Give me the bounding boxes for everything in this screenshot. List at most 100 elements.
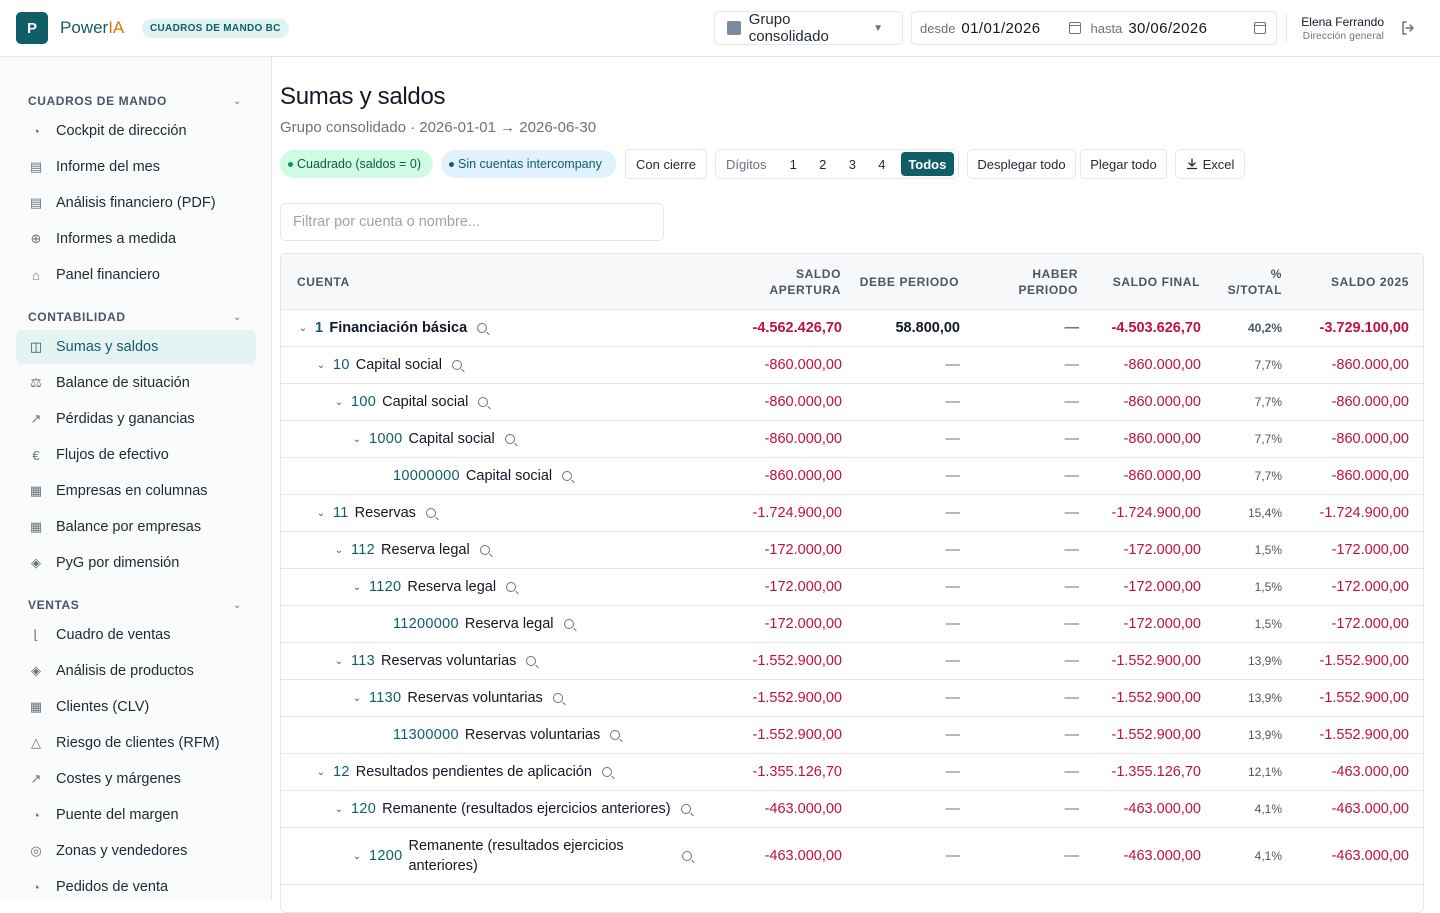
table-row[interactable]: ⌄ 10 Capital social -860.000,00— — -860.000,0…: [281, 347, 1423, 384]
col-header-pct[interactable]: % S/TOTAL: [1228, 266, 1282, 298]
expand-all-button[interactable]: Desplegar todo: [967, 149, 1076, 179]
search-icon[interactable]: [478, 397, 489, 407]
search-icon[interactable]: [477, 323, 488, 333]
account-code[interactable]: 12: [333, 764, 350, 780]
account-code[interactable]: 10: [333, 357, 350, 373]
account-code[interactable]: 1000: [369, 431, 402, 447]
sidebar-item[interactable]: ↗ Pérdidas y ganancias: [16, 402, 256, 436]
sidebar-item[interactable]: △ Riesgo de clientes (RFM): [16, 726, 256, 760]
sidebar-item[interactable]: ⚖ Balance de situación: [16, 366, 256, 400]
col-header-opening[interactable]: SALDO APERTURA: [770, 266, 841, 298]
search-icon[interactable]: [562, 471, 573, 481]
date-to-input[interactable]: 30/06/2026: [1128, 20, 1207, 37]
account-code[interactable]: 113: [351, 653, 375, 669]
col-header-final[interactable]: SALDO FINAL: [1113, 274, 1200, 290]
chevron-down-icon[interactable]: ⌄: [351, 581, 363, 593]
sidebar-item[interactable]: ▤ Informe del mes: [16, 150, 256, 184]
calendar-icon[interactable]: [1068, 22, 1081, 34]
search-icon[interactable]: [610, 730, 621, 740]
account-code[interactable]: 120: [351, 801, 376, 817]
search-icon[interactable]: [504, 434, 515, 444]
search-icon[interactable]: [526, 656, 537, 666]
sidebar-item[interactable]: ▦ Balance por empresas: [16, 510, 256, 544]
digits-option-3[interactable]: 3: [838, 157, 868, 172]
account-code[interactable]: 100: [351, 394, 376, 410]
digits-option-all[interactable]: Todos: [900, 152, 955, 176]
chevron-down-icon[interactable]: ⌄: [351, 850, 363, 862]
sidebar-item[interactable]: ▦ Clientes (CLV): [16, 690, 256, 724]
account-code[interactable]: 112: [351, 542, 375, 558]
chevron-down-icon[interactable]: ⌄: [351, 692, 363, 704]
table-row[interactable]: ⌄ 12 Resultados pendientes de aplicación -1…: [281, 754, 1423, 791]
table-row[interactable]: ⌄ 1200 Remanente (resultados ejercicios ant…: [281, 828, 1423, 885]
account-code[interactable]: 11300000: [393, 727, 459, 743]
chevron-down-icon[interactable]: ⌄: [333, 396, 345, 408]
table-row[interactable]: ⌄ 112 Reserva legal -172.000,00— — -172.000,0…: [281, 532, 1423, 569]
app-logo[interactable]: P: [16, 12, 48, 44]
digits-option-1[interactable]: 1: [778, 157, 808, 172]
sidebar-item[interactable]: ◔ Cockpit de dirección: [16, 114, 256, 148]
sidebar-item[interactable]: ↗ Costes y márgenes: [16, 762, 256, 796]
table-row[interactable]: ⌄ 1 Financiación básica -4.562.426,70 58.800…: [281, 310, 1423, 347]
chevron-down-icon[interactable]: ⌄: [233, 600, 241, 611]
table-row[interactable]: ⌄ 1120 Reserva legal -172.000,00— — -172.000,…: [281, 569, 1423, 606]
account-code[interactable]: 1: [315, 320, 323, 336]
table-row[interactable]: 11300000 Reservas voluntarias -1.552.900,0…: [281, 717, 1423, 754]
digits-option-2[interactable]: 2: [808, 157, 838, 172]
search-icon[interactable]: [552, 693, 563, 703]
search-icon[interactable]: [479, 545, 490, 555]
chevron-down-icon[interactable]: ⌄: [333, 655, 345, 667]
account-code[interactable]: 1130: [369, 690, 401, 706]
search-icon[interactable]: [681, 851, 692, 861]
account-code[interactable]: 10000000: [393, 468, 460, 484]
chevron-down-icon[interactable]: ⌄: [297, 322, 309, 334]
account-code[interactable]: 11: [333, 505, 349, 521]
table-row[interactable]: ⌄ 113 Reservas voluntarias -1.552.900,00— — -…: [281, 643, 1423, 680]
closing-toggle-button[interactable]: Con cierre: [625, 149, 707, 179]
account-code[interactable]: 11200000: [393, 616, 459, 632]
chevron-down-icon[interactable]: ⌄: [333, 803, 345, 815]
account-filter-input[interactable]: [280, 203, 664, 241]
brand-name[interactable]: PowerIA: [60, 18, 124, 38]
search-icon[interactable]: [563, 619, 574, 629]
col-header-prev[interactable]: SALDO 2025: [1331, 274, 1409, 290]
sidebar-item[interactable]: ◫ Sumas y saldos: [16, 330, 256, 364]
table-row[interactable]: ⌄ 11 Reservas -1.724.900,00— — -1.724.900,00 1…: [281, 495, 1423, 532]
sidebar-item[interactable]: ▤ Análisis financiero (PDF): [16, 186, 256, 220]
table-row[interactable]: ⌄ 100 Capital social -860.000,00— — -860.000,…: [281, 384, 1423, 421]
col-header-credit[interactable]: HABER PERIODO: [1018, 266, 1078, 298]
chevron-down-icon[interactable]: ⌄: [315, 507, 327, 519]
excel-export-button[interactable]: Excel: [1175, 149, 1245, 179]
table-row[interactable]: 11200000 Reserva legal -172.000,00— — -172.0…: [281, 606, 1423, 643]
search-icon[interactable]: [425, 508, 436, 518]
account-code[interactable]: 1120: [369, 579, 401, 595]
chevron-down-icon[interactable]: ⌄: [233, 312, 241, 323]
table-row[interactable]: ⌄ 1000 Capital social -860.000,00— — -860.000…: [281, 421, 1423, 458]
chevron-down-icon[interactable]: ⌄: [351, 433, 363, 445]
sidebar-item[interactable]: ◈ Análisis de productos: [16, 654, 256, 688]
intercompany-chip[interactable]: Sin cuentas intercompany: [441, 150, 616, 178]
date-from-input[interactable]: 01/01/2026: [961, 20, 1040, 37]
search-icon[interactable]: [601, 767, 612, 777]
date-range-picker[interactable]: desde 01/01/2026 hasta 30/06/2026: [911, 11, 1277, 45]
table-row[interactable]: ⌄ 1130 Reservas voluntarias -1.552.900,00— —…: [281, 680, 1423, 717]
logout-icon[interactable]: [1400, 20, 1416, 36]
account-code[interactable]: 1200: [369, 848, 402, 864]
col-header-account[interactable]: CUENTA: [297, 274, 350, 290]
group-select[interactable]: Grupo consolidado ▼: [714, 11, 903, 45]
chevron-down-icon[interactable]: ⌄: [315, 766, 327, 778]
chevron-down-icon[interactable]: ⌄: [315, 359, 327, 371]
collapse-all-button[interactable]: Plegar todo: [1080, 149, 1167, 179]
col-header-debit[interactable]: DEBE PERIODO: [860, 274, 959, 290]
sidebar-item[interactable]: ▦ Empresas en columnas: [16, 474, 256, 508]
calendar-icon[interactable]: [1254, 22, 1266, 34]
sidebar-item[interactable]: ◔ Puente del margen: [16, 798, 256, 832]
search-icon[interactable]: [506, 582, 517, 592]
sidebar-item[interactable]: ⊕ Informes a medida: [16, 222, 256, 256]
digits-option-4[interactable]: 4: [867, 157, 897, 172]
chevron-down-icon[interactable]: ⌄: [333, 544, 345, 556]
chevron-down-icon[interactable]: ⌄: [233, 96, 241, 107]
table-row[interactable]: ⌄ 120 Remanente (resultados ejercicios ant…: [281, 791, 1423, 828]
search-icon[interactable]: [451, 360, 462, 370]
sidebar-item[interactable]: ◎ Zonas y vendedores: [16, 834, 256, 868]
